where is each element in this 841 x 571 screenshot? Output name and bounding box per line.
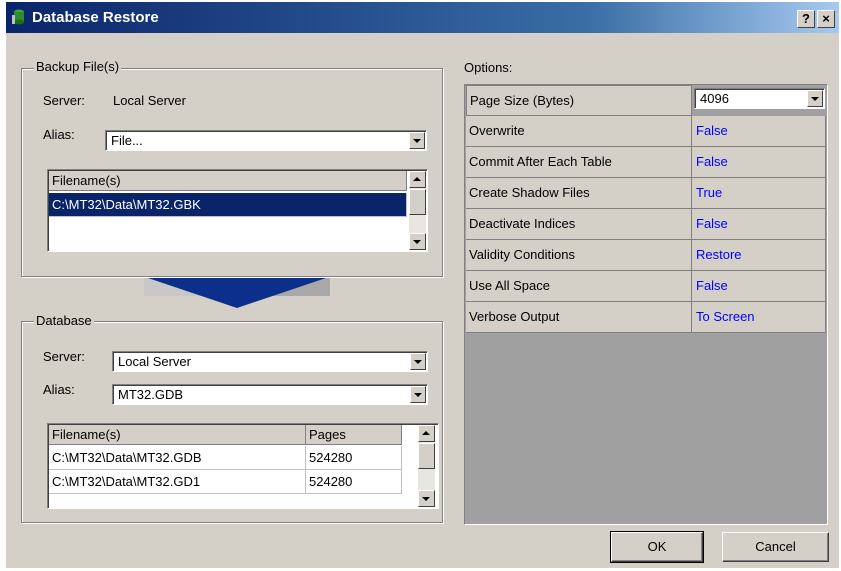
backup-alias-dropdown-button[interactable] [409,132,425,149]
page-size-value: 4096 [700,91,729,106]
backup-files-group-label: Backup File(s) [34,59,122,74]
database-alias-value: MT32.GDB [118,387,184,402]
database-restore-icon [12,9,24,25]
option-row[interactable]: Use All Space False [466,271,826,302]
down-arrow-icon [144,278,330,308]
scroll-up-button[interactable] [418,425,435,442]
database-restore-dialog: Database Restore ? × Backup File(s) Serv… [6,2,839,568]
backup-alias-select[interactable]: File... [105,130,427,151]
backup-file-row[interactable]: C:\MT32\Data\MT32.GBK [49,193,407,217]
scroll-down-button[interactable] [418,490,435,507]
backup-alias-value: File... [111,133,143,148]
window-title: Database Restore [32,9,159,26]
database-files-scrollbar[interactable] [418,425,435,507]
option-name: Validity Conditions [466,240,692,271]
option-row[interactable]: Commit After Each Table False [466,147,826,178]
option-row[interactable]: Validity Conditions Restore [466,240,826,271]
database-file-row-pages[interactable]: 524280 [306,470,402,494]
chevron-down-icon [414,393,422,397]
chevron-up-icon [413,177,421,181]
ok-button[interactable]: OK [610,531,704,563]
database-alias-select[interactable]: MT32.GDB [112,384,428,405]
option-value[interactable]: To Screen [692,302,826,333]
database-server-label: Server: [43,349,85,364]
database-group-label: Database [34,313,94,328]
title-bar: Database Restore ? × [6,2,839,33]
database-server-select[interactable]: Local Server [112,351,428,372]
database-file-row-name[interactable]: C:\MT32\Data\MT32.GDB [49,446,306,470]
database-files-list[interactable]: Filename(s) Pages C:\MT32\Data\MT32.GDB … [47,423,439,509]
backup-filename-header[interactable]: Filename(s) [49,171,407,191]
option-name: Overwrite [466,116,692,147]
scroll-up-button[interactable] [409,171,426,188]
option-name: Deactivate Indices [466,209,692,240]
backup-files-scrollbar[interactable] [409,171,426,250]
option-row[interactable]: Overwrite False [466,116,826,147]
database-server-value: Local Server [118,354,191,369]
chevron-down-icon [422,497,430,501]
chevron-down-icon [811,97,819,101]
page-size-dropdown-button[interactable] [807,90,823,107]
backup-alias-label: Alias: [43,127,75,142]
chevron-down-icon [413,240,421,244]
option-value[interactable]: Restore [692,240,826,271]
option-value[interactable]: False [692,147,826,178]
chevron-down-icon [414,360,422,364]
database-server-dropdown-button[interactable] [410,353,426,370]
option-name: Create Shadow Files [466,178,692,209]
chevron-down-icon [413,139,421,143]
scroll-down-button[interactable] [409,233,426,250]
option-name: Commit After Each Table [466,147,692,178]
options-grid: Page Size (Bytes) 4096 Overwrite False C… [464,84,828,525]
database-filename-header[interactable]: Filename(s) [49,425,306,445]
option-row[interactable]: Deactivate Indices False [466,209,826,240]
database-file-row-name[interactable]: C:\MT32\Data\MT32.GD1 [49,470,306,494]
scroll-thumb[interactable] [418,443,435,469]
options-label: Options: [464,60,513,75]
option-name: Use All Space [466,271,692,302]
option-row[interactable]: Verbose Output To Screen [466,302,826,333]
database-alias-dropdown-button[interactable] [410,386,426,403]
backup-server-value: Local Server [113,93,186,108]
option-value[interactable]: True [692,178,826,209]
help-button[interactable]: ? [797,10,815,28]
cancel-button[interactable]: Cancel [722,532,829,562]
option-name: Page Size (Bytes) [466,85,692,116]
database-file-row-pages[interactable]: 524280 [306,446,402,470]
chevron-up-icon [422,431,430,435]
option-value[interactable]: False [692,116,826,147]
option-value[interactable]: False [692,209,826,240]
option-name: Verbose Output [466,302,692,333]
page-size-select[interactable]: 4096 [694,88,825,109]
option-row[interactable]: Create Shadow Files True [466,178,826,209]
backup-files-list[interactable]: Filename(s) C:\MT32\Data\MT32.GBK [47,169,428,252]
backup-server-label: Server: [43,93,85,108]
scroll-thumb[interactable] [409,189,426,215]
database-alias-label: Alias: [43,382,75,397]
close-button[interactable]: × [817,10,835,28]
option-row-page-size: Page Size (Bytes) 4096 [466,85,826,116]
database-pages-header[interactable]: Pages [306,425,402,445]
option-value[interactable]: False [692,271,826,302]
